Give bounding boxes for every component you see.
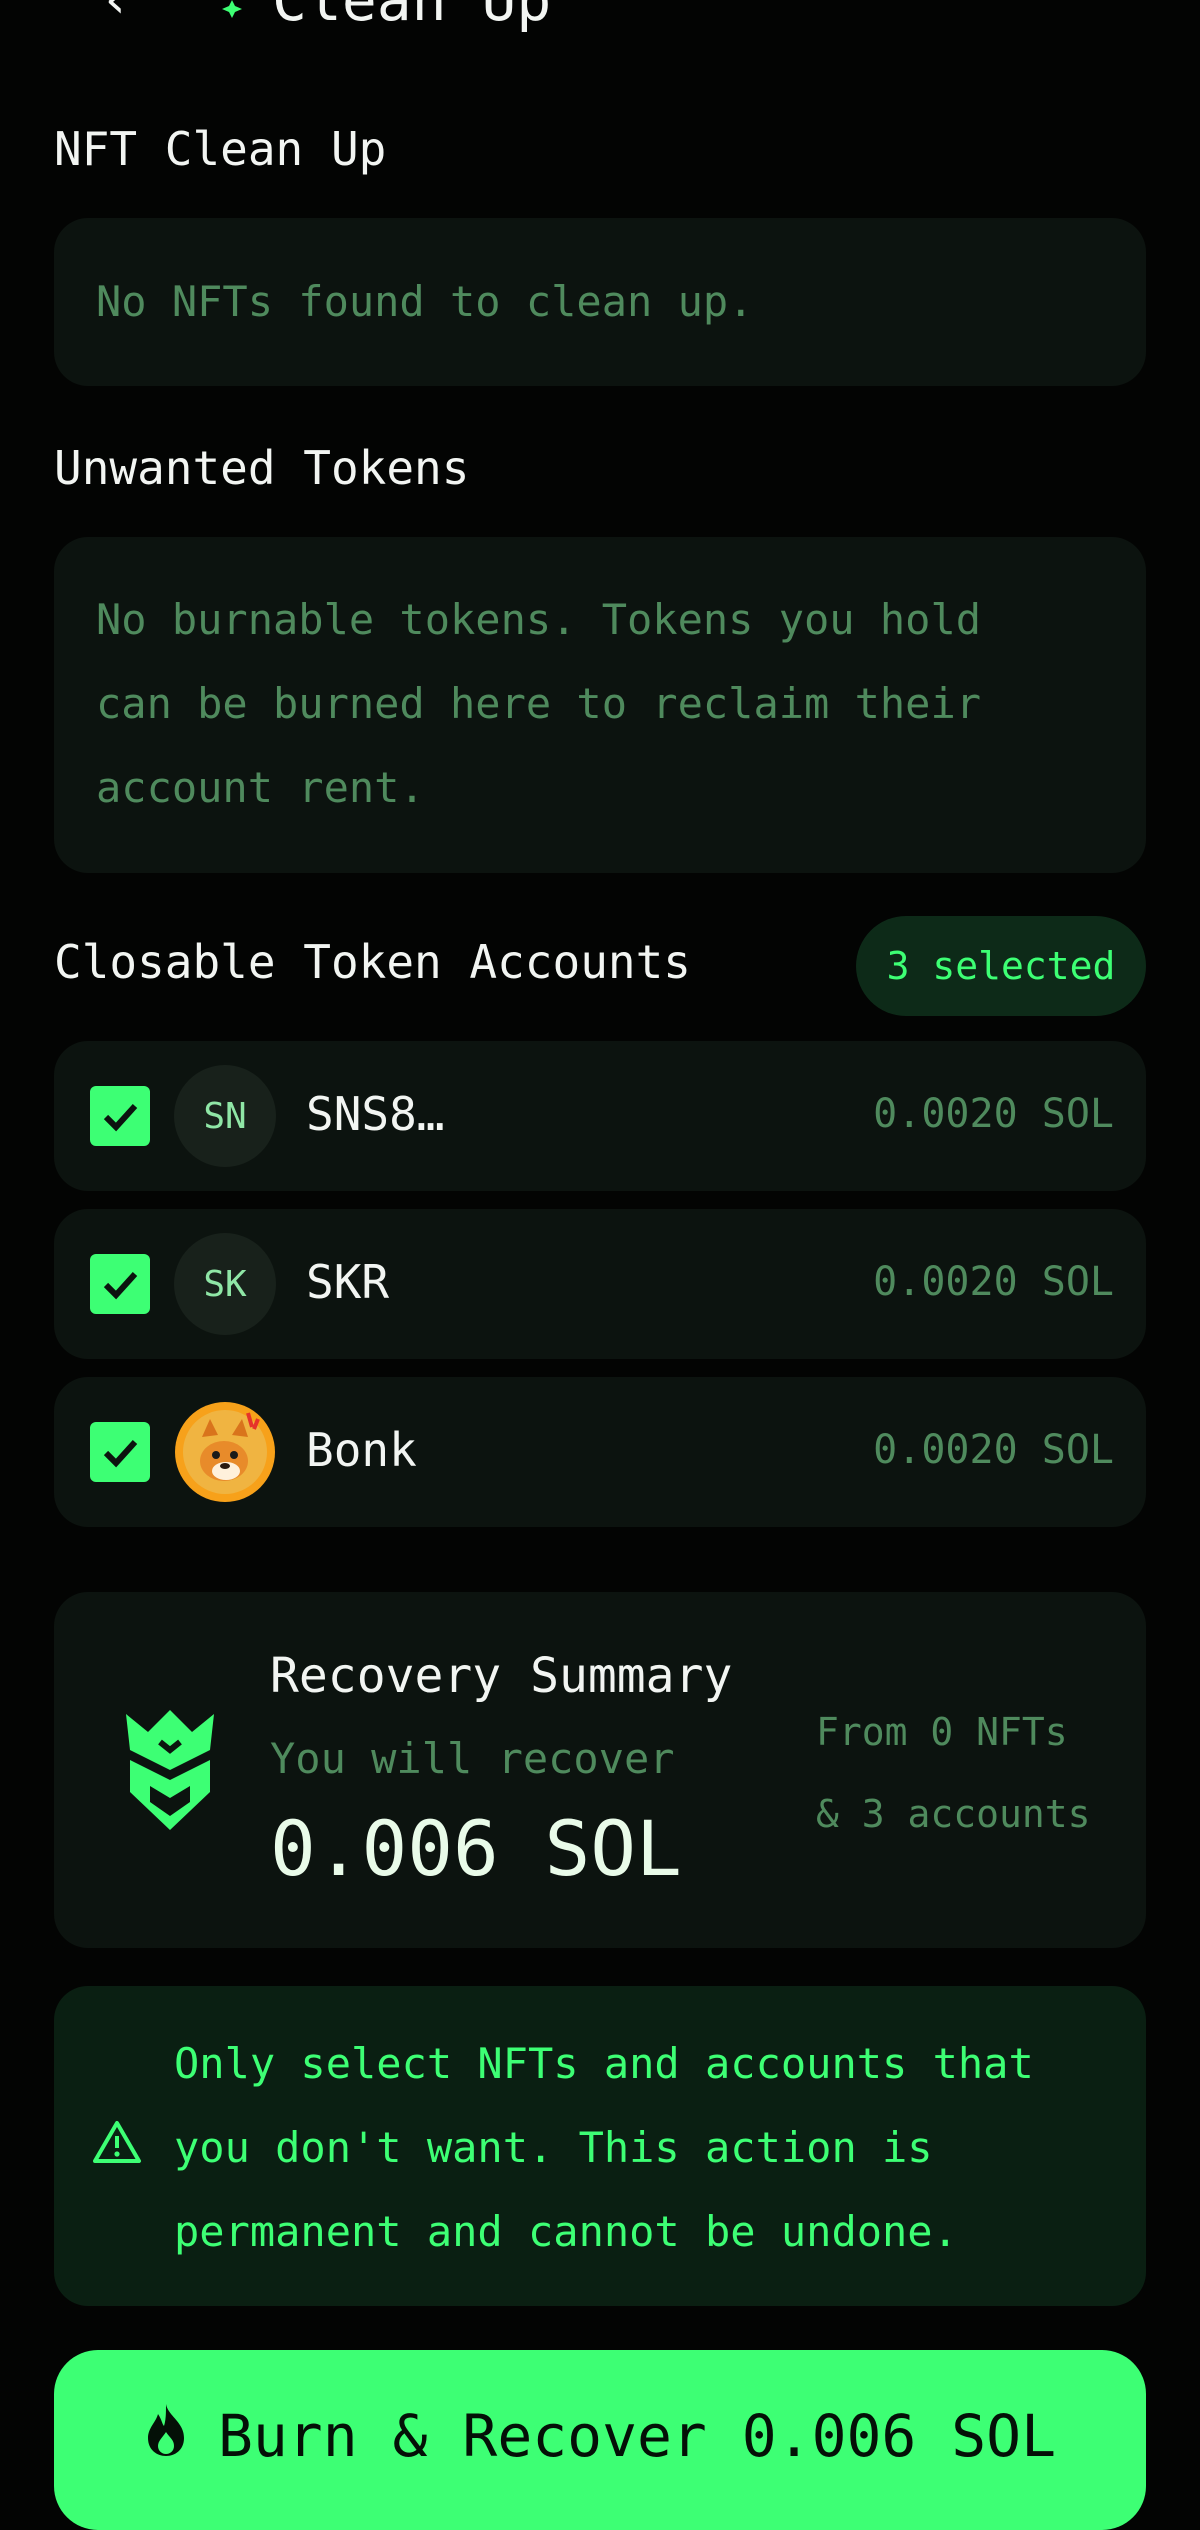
warning-triangle-icon: [92, 2120, 142, 2164]
burn-recover-label: Burn & Recover 0.006 SOL: [217, 2402, 1057, 2470]
token-name: SNS8…: [306, 1087, 445, 1141]
burn-recover-button[interactable]: Burn & Recover 0.006 SOL: [54, 2350, 1146, 2530]
token-account-row[interactable]: SK SKR 0.0020 SOL: [54, 1209, 1146, 1359]
token-value: 0.0020 SOL: [873, 1259, 1114, 1305]
summary-subtitle: You will recover: [270, 1734, 675, 1783]
selected-count-badge: 3 selected: [856, 916, 1146, 1016]
summary-source-line: From 0 NFTs: [816, 1710, 1068, 1754]
warning-line: permanent and cannot be undone.: [174, 2207, 958, 2256]
tokens-empty-line: No burnable tokens. Tokens you hold: [96, 595, 982, 644]
token-avatar: SN: [174, 1065, 276, 1167]
tokens-empty-card: No burnable tokens. Tokens you hold can …: [54, 537, 1146, 873]
row-checkbox[interactable]: [90, 1086, 150, 1146]
chevron-left-icon[interactable]: ‹: [100, 0, 131, 30]
nft-empty-text: No NFTs found to clean up.: [96, 277, 754, 326]
nft-section-title: NFT Clean Up: [54, 122, 387, 176]
row-checkbox[interactable]: [90, 1422, 150, 1482]
warning-line: Only select NFTs and accounts that: [174, 2039, 1034, 2088]
tokens-section-title: Unwanted Tokens: [54, 441, 470, 495]
summary-source-line: & 3 accounts: [816, 1792, 1091, 1836]
token-avatar: SK: [174, 1233, 276, 1335]
row-checkbox[interactable]: [90, 1254, 150, 1314]
warning-card: Only select NFTs and accounts that you d…: [54, 1986, 1146, 2306]
token-value: 0.0020 SOL: [873, 1091, 1114, 1137]
top-bar: ‹ Clean Up: [0, 0, 1200, 48]
checkmark-icon: [103, 1439, 138, 1468]
token-account-row[interactable]: SN SNS8… 0.0020 SOL: [54, 1041, 1146, 1191]
checkmark-icon: [103, 1103, 138, 1132]
warning-line: you don't want. This action is: [174, 2123, 933, 2172]
shield-logo-icon: [118, 1706, 222, 1834]
checkmark-icon: [103, 1271, 138, 1300]
token-account-row[interactable]: Bonk 0.0020 SOL: [54, 1377, 1146, 1527]
recovery-summary-card: Recovery Summary You will recover 0.006 …: [54, 1592, 1146, 1948]
token-name: SKR: [306, 1255, 390, 1309]
summary-title: Recovery Summary: [270, 1648, 733, 1704]
token-value: 0.0020 SOL: [873, 1427, 1114, 1473]
tokens-empty-line: can be burned here to reclaim their: [96, 679, 982, 728]
accounts-section-title: Closable Token Accounts: [54, 935, 691, 989]
sparkle-icon: [210, 0, 254, 24]
token-name: Bonk: [306, 1423, 417, 1477]
recover-amount: 0.006 SOL: [270, 1804, 682, 1893]
tokens-empty-line: account rent.: [96, 763, 425, 812]
bonk-dog-icon: [174, 1401, 276, 1503]
page-title: Clean Up: [272, 0, 552, 34]
flame-icon: [144, 2402, 194, 2458]
nft-empty-card: No NFTs found to clean up.: [54, 218, 1146, 386]
